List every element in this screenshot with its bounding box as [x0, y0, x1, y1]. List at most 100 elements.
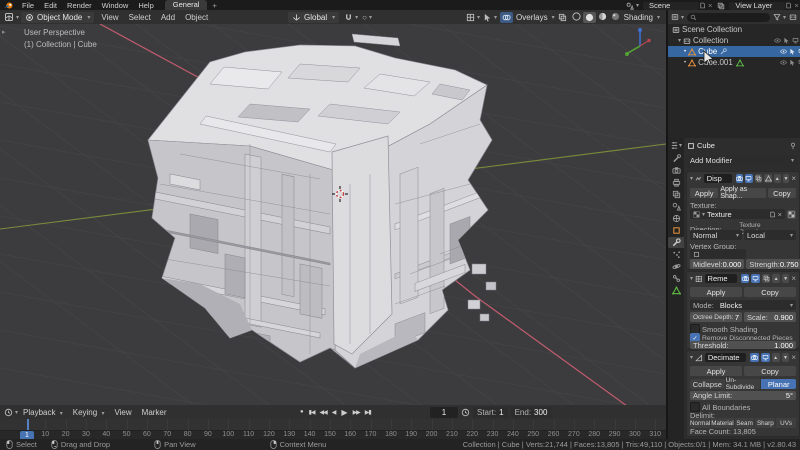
threshold-field[interactable]: Threshold: 1.000 [690, 341, 796, 350]
tab-output[interactable] [668, 177, 684, 188]
selectable-icon[interactable] [783, 37, 790, 44]
shading-material-icon[interactable] [598, 12, 607, 23]
gizmos-icon[interactable] [483, 13, 492, 22]
menu-help[interactable]: Help [133, 1, 158, 10]
menu-window[interactable]: Window [97, 1, 134, 10]
vertex-group-field[interactable] [690, 249, 746, 259]
navigation-gizmo[interactable] [625, 28, 651, 56]
decimate-render-toggle[interactable] [750, 353, 759, 362]
overlays-toggle[interactable] [500, 11, 514, 23]
remesh-collapse-icon[interactable]: ▾ [690, 275, 693, 282]
overlays-chevron[interactable]: ▾ [552, 14, 555, 21]
selectable-icon[interactable] [789, 59, 796, 66]
scale-field[interactable]: Scale: 0.900 [744, 312, 796, 322]
shading-label[interactable]: Shading [624, 13, 653, 22]
displace-name-field[interactable]: Disp [703, 174, 732, 183]
overlays-label[interactable]: Overlays [516, 13, 548, 22]
remesh-mode-dropdown[interactable]: Mode: Blocks ▾ [690, 300, 796, 310]
displace-editmode-toggle[interactable] [754, 174, 763, 183]
cube001-visibility-icons[interactable] [780, 59, 800, 66]
decimate-mode-unsubdivide[interactable]: Un-Subdivide [725, 377, 761, 391]
shading-wireframe-icon[interactable] [572, 11, 581, 23]
outliner-search-input[interactable] [687, 12, 770, 22]
tab-object-data[interactable] [668, 285, 684, 296]
add-modifier-dropdown[interactable]: Add Modifier ▾ [687, 155, 797, 166]
unlink-scene-icon[interactable]: × [706, 1, 714, 10]
editor-type-icon[interactable] [4, 12, 14, 22]
next-keyframe-button[interactable]: ▶▶ [351, 409, 362, 416]
displace-apply-as-shape-button[interactable]: Apply as Shap... [720, 186, 766, 200]
greeble-cube-mesh[interactable] [147, 33, 497, 374]
add-workspace-button[interactable]: + [207, 1, 221, 10]
remesh-copy-button[interactable]: Copy [744, 287, 796, 297]
remesh-name-field[interactable]: Reme [704, 274, 737, 283]
display-mode-chevron[interactable]: ▾ [681, 14, 684, 21]
cube-expand-dot[interactable]: • [684, 49, 686, 55]
shading-solid-icon[interactable] [582, 11, 596, 23]
decimate-name-field[interactable]: Decimate [704, 353, 747, 362]
xray-toggle-icon[interactable] [558, 13, 567, 22]
menu-marker[interactable]: Marker [137, 408, 172, 417]
jump-to-start-button[interactable]: ▮◀ [307, 409, 317, 416]
tab-object[interactable] [668, 225, 684, 236]
workspace-tab-general[interactable]: General [164, 0, 208, 10]
remesh-close-icon[interactable]: × [791, 274, 796, 283]
current-frame-field[interactable]: 1 [430, 406, 458, 418]
menu-object[interactable]: Object [180, 13, 213, 22]
decimate-move-up-button[interactable]: ▲ [771, 353, 780, 362]
scene-browse-chevron[interactable]: ▾ [636, 2, 639, 9]
tab-tool[interactable] [668, 153, 684, 164]
auto-key-record-button[interactable]: ● [298, 409, 306, 415]
pin-icon[interactable] [789, 142, 797, 150]
collection-expand-icon[interactable]: ▾ [678, 37, 681, 44]
proportional-editing-icon[interactable]: ○ [362, 13, 367, 22]
tab-view-layer[interactable] [668, 189, 684, 200]
editor-type-chevron[interactable]: ▾ [16, 14, 19, 21]
decimate-collapse-icon[interactable]: ▾ [690, 354, 693, 361]
displace-realtime-toggle[interactable] [745, 174, 753, 183]
proportional-dropdown-chevron[interactable]: ▾ [369, 14, 372, 21]
decimate-copy-button[interactable]: Copy [744, 366, 796, 376]
outliner-row-cube[interactable]: • Cube [668, 46, 800, 57]
displace-collapse-icon[interactable]: ▾ [690, 175, 693, 182]
menu-edit[interactable]: Edit [39, 1, 62, 10]
midlevel-field[interactable]: Midlevel: 0.000 [690, 259, 745, 269]
preview-range-stopwatch-icon[interactable] [461, 408, 470, 417]
timeline-editor-icon[interactable] [4, 408, 13, 417]
collection-visibility-icons[interactable] [774, 37, 800, 44]
displace-move-up-button[interactable]: ▲ [773, 174, 781, 183]
menu-add[interactable]: Add [156, 13, 180, 22]
outliner-row-scene-collection[interactable]: Scene Collection [668, 24, 800, 35]
eye-icon[interactable] [780, 59, 787, 66]
filter-chevron[interactable]: ▾ [783, 14, 786, 21]
eye-icon[interactable] [774, 37, 781, 44]
octree-depth-field[interactable]: Octree Depth: 7 [690, 312, 742, 322]
tab-world[interactable] [668, 213, 684, 224]
displace-render-toggle[interactable] [735, 174, 744, 183]
show-texture-button[interactable] [787, 209, 796, 219]
play-button[interactable]: ▶ [339, 408, 349, 417]
displace-close-icon[interactable]: × [791, 174, 796, 183]
remesh-render-toggle[interactable] [740, 274, 750, 283]
new-collection-icon[interactable] [789, 13, 797, 21]
show-object-types-icon[interactable] [466, 13, 475, 22]
decimate-mode-planar[interactable]: Planar [761, 379, 797, 389]
remesh-realtime-toggle[interactable] [751, 274, 760, 283]
mode-dropdown[interactable]: Object Mode ▾ [21, 11, 95, 23]
cube001-expand-dot[interactable]: • [684, 60, 686, 66]
properties-editor-type-icon[interactable]: ▾ [668, 140, 684, 151]
jump-to-end-button[interactable]: ▶▮ [363, 409, 373, 416]
start-frame-field[interactable]: Start: 1 [473, 406, 508, 418]
new-scene-icon[interactable] [699, 2, 706, 9]
remesh-apply-button[interactable]: Apply [690, 287, 742, 297]
prev-keyframe-button[interactable]: ◀◀ [318, 409, 329, 416]
end-frame-field[interactable]: End: 300 [510, 406, 552, 418]
toolbar-expand-icon[interactable]: ▸ [2, 28, 6, 36]
tab-particles[interactable] [668, 249, 684, 260]
breadcrumb-object-name[interactable]: Cube [697, 141, 715, 150]
angle-limit-field[interactable]: Angle Limit: 5° [690, 391, 796, 400]
transform-orientation-dropdown[interactable]: Global ▾ [288, 11, 340, 23]
decimate-mode-collapse[interactable]: Collapse [690, 379, 725, 389]
new-texture-icon[interactable] [769, 211, 776, 218]
shading-chevron[interactable]: ▾ [657, 14, 660, 21]
